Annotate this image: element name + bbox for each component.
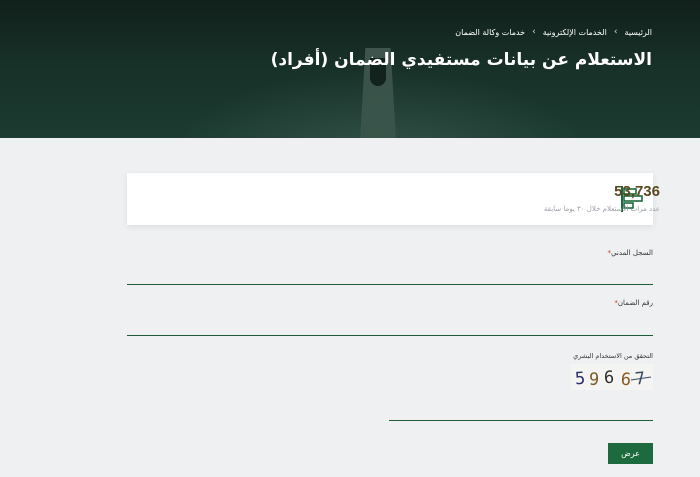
civil-id-label-text: السجل المدني xyxy=(611,249,653,257)
chevron-left-icon: › xyxy=(613,27,618,37)
guarantee-number-input[interactable] xyxy=(127,316,653,336)
captcha-label: التحقق من الاستخدام البشري xyxy=(573,352,653,360)
captcha-input[interactable] xyxy=(389,401,653,421)
breadcrumb-current[interactable]: خدمات وكالة الضمان xyxy=(455,28,525,37)
captcha-image: 5 9 6 6 7 xyxy=(571,364,653,390)
captcha-digit: 6 xyxy=(604,368,615,388)
breadcrumb: الرئيسية › الخدمات الإلكترونية › خدمات و… xyxy=(455,27,652,37)
submit-button[interactable]: عرض xyxy=(608,443,653,464)
breadcrumb-eservices[interactable]: الخدمات الإلكترونية xyxy=(543,28,607,37)
civil-id-label: السجل المدني* xyxy=(608,249,653,257)
page-title: الاستعلام عن بيانات مستفيدي الضمان (أفرا… xyxy=(270,50,652,70)
stats-card xyxy=(127,173,653,225)
stats-caption: عدد مرات الاستعلام خلال ٣٠ يوما سابقة xyxy=(543,205,660,213)
guarantee-number-label: رقم الضمان* xyxy=(614,299,653,307)
chevron-left-icon: › xyxy=(532,27,536,37)
captcha-digit: 5 xyxy=(574,369,586,390)
captcha-digit: 9 xyxy=(588,370,599,390)
civil-id-input[interactable] xyxy=(127,265,653,285)
hero-banner: الرئيسية › الخدمات الإلكترونية › خدمات و… xyxy=(0,0,700,138)
guarantee-number-label-text: رقم الضمان xyxy=(617,299,653,307)
captcha-digit: 6 xyxy=(620,370,632,390)
breadcrumb-home[interactable]: الرئيسية xyxy=(624,28,652,37)
stats-count: 53,736 xyxy=(614,183,660,200)
